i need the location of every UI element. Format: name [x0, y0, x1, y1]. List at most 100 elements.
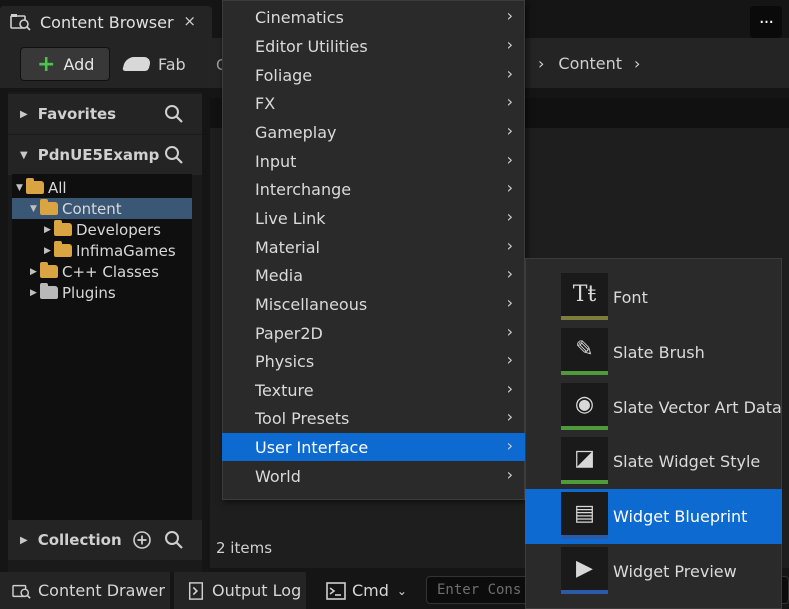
menu-item-gameplay[interactable]: Gameplay › [222, 118, 525, 146]
add-label: Add [63, 54, 95, 74]
submenu-arrow-icon: › [506, 6, 513, 25]
menu-item-label: Cinematics [255, 7, 344, 27]
submenu-item-slate-vector-art-data[interactable]: ◉ Slate Vector Art Data [525, 380, 782, 435]
menu-item-tool-presets[interactable]: Tool Presets › [222, 404, 525, 432]
tree-item-label: C++ Classes [62, 262, 159, 281]
caret-right-icon: ▶ [20, 108, 28, 120]
tree-item-developers[interactable]: ▶ Developers [12, 219, 192, 240]
folder-icon [54, 241, 72, 257]
folder-open-icon [26, 178, 44, 194]
menu-item-label: World [255, 466, 301, 486]
more-options-button[interactable]: ··· [750, 6, 782, 38]
menu-item-texture[interactable]: Texture › [222, 376, 525, 404]
folder-open-icon [40, 199, 58, 215]
console-placeholder: Enter Cons [437, 582, 522, 598]
menu-item-label: FX [255, 93, 276, 113]
plus-icon: + [37, 51, 56, 77]
project-header[interactable]: ▼ PdnUE5Examp [8, 135, 202, 175]
caret-down-icon[interactable]: ▼ [16, 183, 26, 193]
tree-item-label: Developers [76, 220, 161, 239]
menu-item-material[interactable]: Material › [222, 233, 525, 261]
caret-right-icon[interactable]: ▶ [30, 288, 40, 298]
thumbnail-glyph: ✎ [575, 337, 594, 362]
thumbnail-glyph: ◉ [574, 392, 595, 417]
menu-item-miscellaneous[interactable]: Miscellaneous › [222, 290, 525, 318]
submenu-item-slate-brush[interactable]: ✎ Slate Brush [525, 325, 782, 380]
chevron-right-icon[interactable]: › [634, 54, 640, 73]
submenu-item-label: Widget Preview [613, 562, 737, 581]
tree-item-plugins[interactable]: ▶ Plugins [12, 282, 192, 303]
submenu-item-slate-widget-style[interactable]: ◪ Slate Widget Style [525, 434, 782, 489]
caret-right-icon[interactable]: ▶ [44, 246, 54, 256]
output-log-label: Output Log [212, 581, 302, 600]
add-button[interactable]: + Add [20, 47, 110, 81]
menu-item-label: Paper2D [255, 323, 323, 343]
asset-type-color-bar [561, 316, 608, 320]
cmd-dropdown[interactable]: Cmd ⌄ [316, 572, 420, 609]
menu-item-interchange[interactable]: Interchange › [222, 175, 525, 203]
close-icon[interactable]: × [183, 12, 196, 30]
tree-item-label: InfimaGames [76, 241, 176, 260]
output-log-button[interactable]: Output Log [174, 572, 306, 609]
submenu-arrow-icon: › [506, 64, 513, 83]
submenu-arrow-icon: › [506, 35, 513, 54]
caret-down-icon: ▼ [20, 149, 28, 161]
caret-right-icon[interactable]: ▶ [44, 225, 54, 235]
asset-type-color-bar [561, 426, 608, 430]
items-count: 2 items [216, 539, 273, 557]
tree-item-infimagames[interactable]: ▶ InfimaGames [12, 240, 192, 261]
menu-item-physics[interactable]: Physics › [222, 347, 525, 375]
menu-item-label: Foliage [255, 65, 313, 85]
menu-item-label: Media [255, 265, 304, 285]
asset-type-color-bar [561, 480, 608, 484]
menu-item-fx[interactable]: FX › [222, 89, 525, 117]
chevron-right-icon: › [538, 53, 545, 73]
search-icon[interactable] [164, 145, 184, 165]
fab-button[interactable]: Fab [122, 50, 186, 78]
menu-item-paper2d[interactable]: Paper2D › [222, 319, 525, 347]
submenu-arrow-icon: › [506, 150, 513, 169]
project-label: PdnUE5Examp [37, 146, 160, 164]
content-drawer-button[interactable]: Content Drawer [0, 572, 170, 609]
submenu-arrow-icon: › [506, 121, 513, 140]
content-browser-icon [10, 14, 31, 31]
submenu-arrow-icon: › [506, 207, 513, 226]
tree-item-label: Content [62, 199, 122, 218]
submenu-arrow-icon: › [506, 407, 513, 426]
content-browser-tab[interactable]: Content Browser × [0, 6, 212, 38]
menu-item-label: Miscellaneous [255, 294, 368, 314]
add-collection-icon[interactable] [132, 530, 152, 550]
submenu-item-widget-preview[interactable]: ▶ Widget Preview [525, 544, 782, 599]
breadcrumb-content[interactable]: Content [558, 54, 622, 73]
submenu-arrow-icon: › [506, 178, 513, 197]
search-icon[interactable] [164, 530, 184, 550]
menu-item-live-link[interactable]: Live Link › [222, 204, 525, 232]
menu-item-world[interactable]: World › [222, 462, 525, 490]
asset-type-color-bar [561, 371, 608, 375]
asset-type-color-bar [561, 590, 608, 594]
output-log-icon [188, 581, 204, 600]
favorites-header[interactable]: ▶ Favorites [8, 94, 202, 134]
menu-item-foliage[interactable]: Foliage › [222, 61, 525, 89]
tree-item-label: Plugins [62, 283, 116, 302]
tree-item-all[interactable]: ▼ All [12, 177, 192, 198]
menu-item-media[interactable]: Media › [222, 261, 525, 289]
submenu-arrow-icon: › [506, 264, 513, 283]
tree-item-content[interactable]: ▼ Content [12, 198, 192, 219]
console-icon [326, 581, 346, 600]
menu-item-input[interactable]: Input › [222, 147, 525, 175]
caret-down-icon[interactable]: ▼ [30, 204, 40, 214]
tree-item-label: All [48, 178, 67, 197]
collection-header[interactable]: ▶ Collection [8, 520, 202, 560]
menu-item-cinematics[interactable]: Cinematics › [222, 3, 525, 31]
menu-item-editor-utilities[interactable]: Editor Utilities › [222, 32, 525, 60]
menu-item-user-interface[interactable]: User Interface › [222, 433, 525, 461]
fab-label: Fab [158, 54, 186, 74]
submenu-item-widget-blueprint[interactable]: ▤ Widget Blueprint [525, 489, 782, 544]
search-icon[interactable] [164, 104, 184, 124]
tree-item-cpp-classes[interactable]: ▶ C++ Classes [12, 261, 192, 282]
caret-right-icon[interactable]: ▶ [30, 267, 40, 277]
menu-item-label: Gameplay [255, 122, 337, 142]
submenu-item-font[interactable]: Tŧ Font [525, 270, 782, 325]
menu-item-label: Live Link [255, 208, 326, 228]
